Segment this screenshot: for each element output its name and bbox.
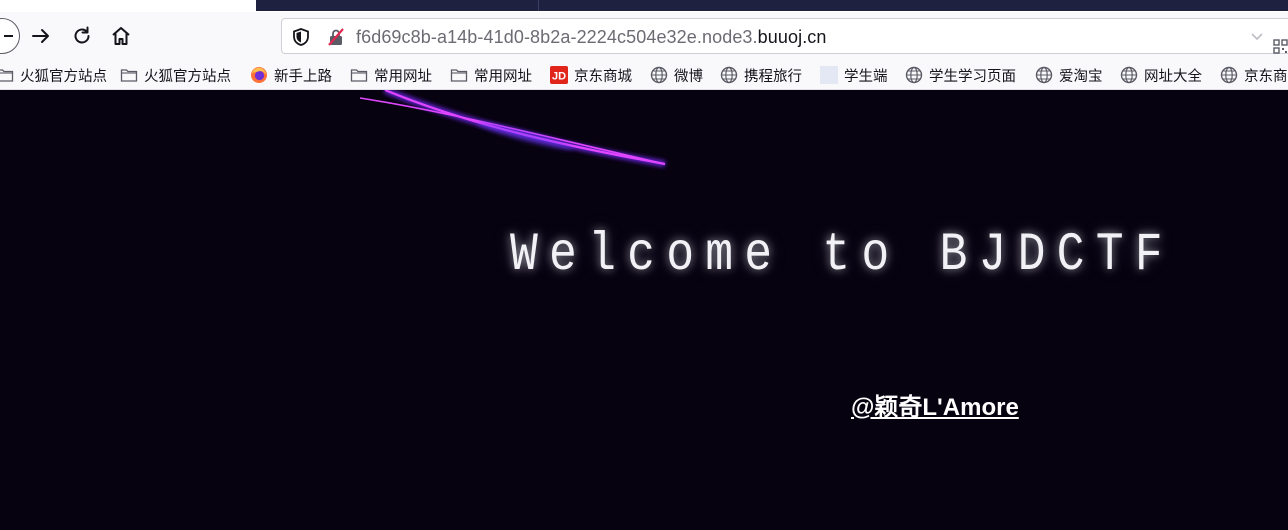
bookmark-label: 火狐官方站点 bbox=[20, 68, 107, 85]
folder-icon bbox=[120, 69, 138, 82]
bookmark-item[interactable]: 常用网址 bbox=[450, 63, 532, 87]
globe-icon bbox=[720, 66, 738, 84]
globe-icon bbox=[1220, 66, 1238, 84]
home-icon bbox=[112, 27, 130, 45]
bookmark-item[interactable]: 微博 bbox=[650, 63, 703, 87]
bookmark-label: 火狐官方站点 bbox=[144, 68, 231, 85]
bookmark-item[interactable]: 火狐官方站点 bbox=[0, 63, 107, 87]
address-bar[interactable]: f6d69c8b-a14b-41d0-8b2a-2224c504e32e.nod… bbox=[281, 18, 1288, 54]
folder-icon bbox=[450, 69, 468, 82]
globe-icon bbox=[650, 66, 668, 84]
bookmark-label: 微博 bbox=[674, 68, 703, 85]
home-button[interactable] bbox=[105, 20, 137, 52]
forward-arrow-icon bbox=[32, 29, 49, 43]
url-prefix: f6d69c8b-a14b-41d0-8b2a-2224c504e32e.nod… bbox=[356, 27, 758, 47]
globe-icon bbox=[905, 66, 923, 84]
welcome-heading: Welcome to BJDCTF bbox=[510, 225, 1174, 286]
globe-icon bbox=[1120, 66, 1138, 84]
bookmark-label: 京东商 bbox=[1244, 68, 1288, 85]
navigation-toolbar: f6d69c8b-a14b-41d0-8b2a-2224c504e32e.nod… bbox=[0, 12, 1288, 60]
bookmark-label: 常用网址 bbox=[474, 68, 532, 85]
bookmark-label: 学生端 bbox=[844, 68, 888, 85]
globe-icon bbox=[1035, 66, 1053, 84]
bookmark-item[interactable]: 携程旅行 bbox=[720, 63, 802, 87]
url-text[interactable]: f6d69c8b-a14b-41d0-8b2a-2224c504e32e.nod… bbox=[356, 27, 827, 48]
back-arrow-icon bbox=[4, 35, 13, 37]
jd-icon: JD bbox=[550, 66, 568, 84]
bookmark-item[interactable]: 学生端 bbox=[820, 63, 888, 87]
tab-separator bbox=[538, 0, 539, 11]
back-button[interactable] bbox=[0, 18, 20, 54]
chevron-down-icon[interactable] bbox=[1250, 29, 1264, 43]
comet-streak-decoration bbox=[359, 90, 666, 167]
tab-strip bbox=[0, 0, 1288, 12]
bookmark-item[interactable]: 新手上路 bbox=[250, 63, 332, 87]
bookmark-label: 常用网址 bbox=[374, 68, 432, 85]
svg-text:JD: JD bbox=[552, 71, 566, 83]
bookmark-item[interactable]: JD 京东商城 bbox=[550, 63, 632, 87]
bookmark-label: 携程旅行 bbox=[744, 68, 802, 85]
bookmarks-toolbar: 火狐官方站点 火狐官方站点 新手上路 常用网址 常用网址 JD 京东商城 微博 … bbox=[0, 60, 1288, 90]
bookmark-item[interactable]: 火狐官方站点 bbox=[120, 63, 231, 87]
bookmark-item[interactable]: 常用网址 bbox=[350, 63, 432, 87]
bookmark-item[interactable]: 学生学习页面 bbox=[905, 63, 1016, 87]
bookmark-label: 新手上路 bbox=[274, 68, 332, 85]
tracking-protection-shield-icon[interactable] bbox=[291, 27, 311, 47]
bookmark-item[interactable]: 京东商 bbox=[1220, 63, 1288, 87]
qr-code-icon[interactable] bbox=[1273, 38, 1288, 56]
blank-page-icon bbox=[820, 66, 838, 84]
bookmark-label: 京东商城 bbox=[574, 68, 632, 85]
reload-icon bbox=[74, 26, 90, 44]
author-link[interactable]: @颖奇L'Amore bbox=[851, 387, 1019, 422]
folder-icon bbox=[350, 69, 368, 82]
reload-button[interactable] bbox=[66, 20, 98, 52]
tab-bar-background bbox=[256, 0, 1288, 11]
bookmark-label: 网址大全 bbox=[1144, 68, 1202, 85]
bookmark-label: 爱淘宝 bbox=[1059, 68, 1103, 85]
bookmark-item[interactable]: 网址大全 bbox=[1120, 63, 1202, 87]
bookmark-item[interactable]: 爱淘宝 bbox=[1035, 63, 1103, 87]
folder-icon bbox=[0, 69, 14, 82]
insecure-lock-icon[interactable] bbox=[326, 27, 346, 47]
forward-button[interactable] bbox=[25, 20, 57, 52]
page-content: Welcome to BJDCTF @颖奇L'Amore bbox=[0, 90, 1288, 530]
bookmark-label: 学生学习页面 bbox=[929, 68, 1016, 85]
firefox-icon bbox=[251, 67, 267, 83]
url-domain: buuoj.cn bbox=[757, 27, 827, 47]
